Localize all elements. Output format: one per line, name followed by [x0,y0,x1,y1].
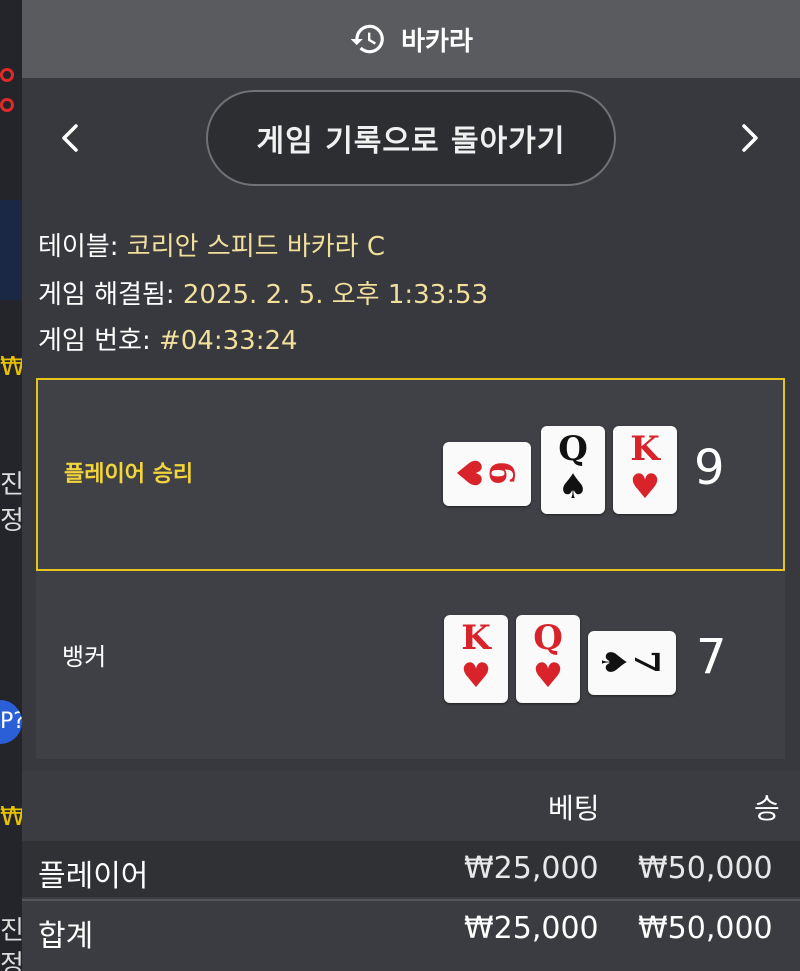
background-won-symbol: ₩ [0,802,22,832]
player-result-label: 플레이어 승리 [64,462,194,487]
heart-suit-icon: ♥ [448,457,489,489]
background-text: 진 [0,916,22,946]
table-label: 테이블: [38,232,119,262]
card-rank: K [630,429,660,469]
total-bet-amount: ₩25,000 [464,911,599,946]
background-won-symbol: ₩ [0,352,22,382]
bet-name: 플레이어 [38,859,149,894]
player-result: 플레이어 승리 6 ♥ Q ♠ K ♥ 9 [36,378,785,571]
game-navigation: 게임 기록으로 돌아가기 [22,78,800,198]
game-number-value: #04:33:24 [158,326,298,356]
background-ring-icon [0,68,14,82]
game-number-label: 게임 번호: [38,326,151,356]
banker-card-3: 7 ♠ [588,631,676,695]
spade-suit-icon: ♠ [593,646,634,678]
banker-card-2: Q ♥ [516,615,580,703]
resolved-info: 게임 해결됨: 2025. 2. 5. 오후 1:33:53 [38,274,488,311]
back-to-history-button[interactable]: 게임 기록으로 돌아가기 [206,90,616,186]
background-text: 정 [0,506,22,536]
player-card-2: Q ♠ [541,426,605,514]
game-history-panel: 바카라 게임 기록으로 돌아가기 테이블: 코리안 스피드 바카라 C 게임 해… [22,0,800,971]
table-info: 테이블: 코리안 스피드 바카라 C [38,226,385,263]
heart-suit-icon: ♥ [460,656,492,696]
banker-score: 7 [696,629,727,685]
panel-title: 바카라 [401,26,473,57]
heart-suit-icon: ♥ [629,467,661,507]
card-rank: 6 [480,461,521,485]
player-card-1: 6 ♥ [443,442,531,506]
card-rank: Q [533,618,563,658]
previous-game-button[interactable] [50,116,90,160]
player-score: 9 [694,440,725,496]
chevron-right-icon [742,124,758,152]
background-pill: P? [0,700,22,744]
next-game-button[interactable] [730,116,770,160]
card-rank: K [461,618,491,658]
card-rank: 7 [625,650,666,674]
card-rank: Q [558,429,588,469]
background-text: 진 [0,470,22,500]
spade-suit-icon: ♠ [557,467,589,507]
banker-result-label: 뱅커 [62,643,107,671]
bet-table: 베팅 승 플레이어 ₩25,000 ₩50,000 합계 ₩25,000 ₩50… [22,771,800,971]
background-text: 정 [0,950,22,971]
background-ring-icon [0,98,14,112]
total-win-amount: ₩50,000 [638,911,773,946]
bet-amount: ₩25,000 [464,851,599,886]
resolved-value: 2025. 2. 5. 오후 1:33:53 [182,280,489,310]
chevron-left-icon [62,124,78,152]
history-icon [349,20,387,58]
table-value: 코리안 스피드 바카라 C [126,232,386,262]
table-row: 플레이어 ₩25,000 ₩50,000 [22,841,800,897]
background-block [0,200,22,300]
banker-result: 뱅커 K ♥ Q ♥ 7 ♠ 7 [36,571,785,759]
background-app-strip: ₩ 진 정 P? ₩ 진 정 [0,0,22,971]
game-number-info: 게임 번호: #04:33:24 [38,320,298,357]
heart-suit-icon: ♥ [532,656,564,696]
resolved-label: 게임 해결됨: [38,280,175,310]
win-column-header: 승 [754,792,780,825]
panel-header: 바카라 [22,0,800,78]
player-card-3: K ♥ [613,426,677,514]
total-label: 합계 [38,919,94,954]
banker-card-1: K ♥ [444,615,508,703]
win-amount: ₩50,000 [638,851,773,886]
table-row-total: 합계 ₩25,000 ₩50,000 [22,899,800,955]
bet-column-header: 베팅 [548,792,600,825]
